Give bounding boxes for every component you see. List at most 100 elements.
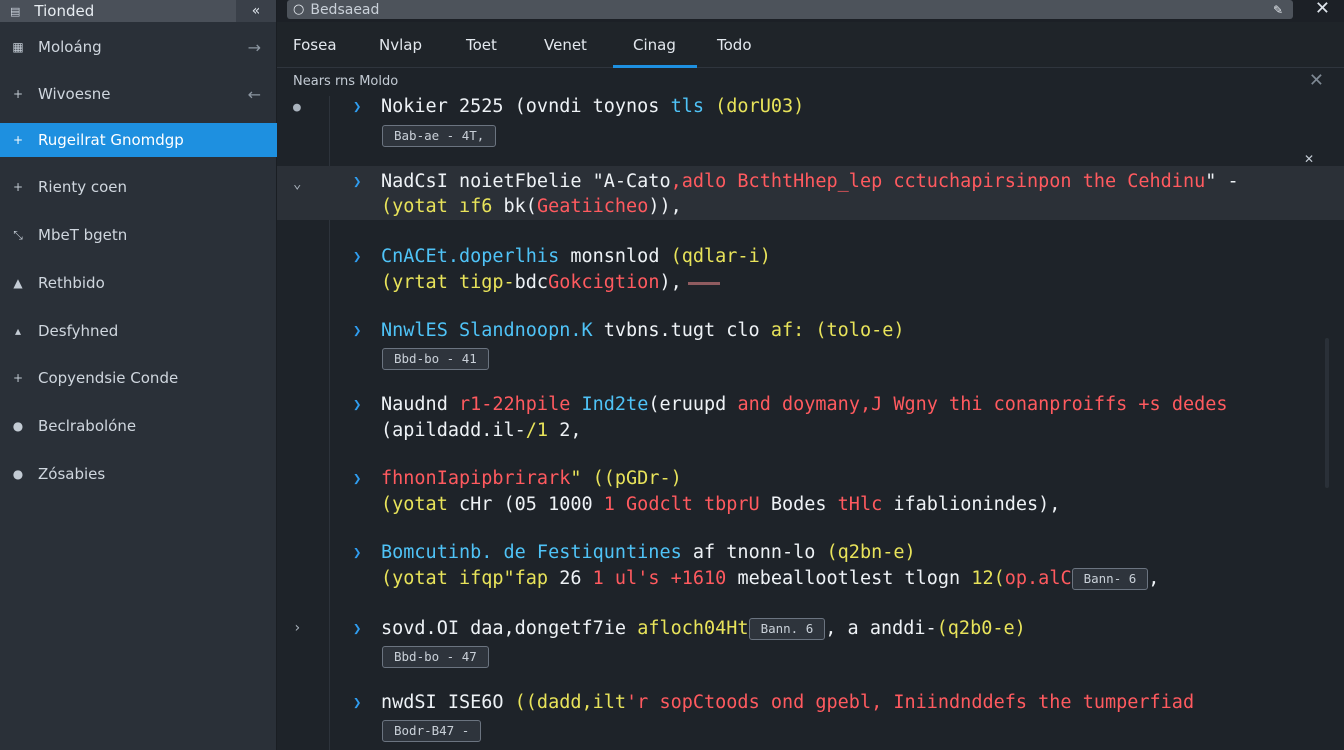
chevron-down-icon[interactable]: ⌄ — [293, 176, 301, 192]
sidebar-item-rethbido[interactable]: ▲ Rethbido — [0, 266, 277, 300]
sidebar-item-desfyhned[interactable]: ▴ Desfyhned — [0, 314, 277, 348]
sidebar-item-label: Rugeilrat Gnomdgp — [38, 131, 184, 149]
log-entry[interactable]: ❯ Naudnd r1-22hpile Ind2te(eruupd and do… — [277, 394, 1344, 448]
entry-line: (apildadd.il-/1 2, — [381, 420, 582, 441]
entry-text: monsnlod — [570, 246, 671, 267]
sidebar-item-label: Beclrabolóne — [38, 417, 137, 435]
section-label: Nears rns Moldo — [293, 74, 399, 89]
chevron-right-icon[interactable]: ❯ — [353, 323, 361, 339]
app-icon: ▤ — [10, 4, 21, 18]
entry-line: NnwlES Slandnoopn.K tvbns.tugt clo af: (… — [381, 320, 905, 341]
entry-badge[interactable]: Bbd-bo - 41 — [382, 348, 489, 370]
entry-badge[interactable]: Bbd-bo - 47 — [382, 646, 489, 668]
sidebar-item-zosabies[interactable]: ● Zósabies — [0, 457, 277, 491]
entry-text: tvbns.tugt clo — [603, 320, 771, 341]
entry-text: " - — [1205, 171, 1239, 192]
tab-toet[interactable]: Toet — [466, 36, 497, 68]
triangle-icon: ▲ — [13, 276, 23, 290]
entry-text: /1 — [525, 420, 560, 441]
log-entry[interactable]: ❯ CnACEt.doperlhis monsnlod (qdlar-i) (y… — [277, 246, 1344, 300]
chevron-right-icon[interactable]: ❯ — [353, 174, 361, 190]
small-close-icon[interactable]: ✕ — [1304, 152, 1314, 166]
console-panel: Nears rns Moldo ✕ ✕ ● ❯ Nokier 2525 (ovn… — [277, 68, 1344, 750]
triangle-icon: ▴ — [14, 324, 22, 338]
entry-line: sovd.OI daa,dongetf7ie afloch04Ht Bann. 6… — [381, 618, 1026, 640]
log-entry[interactable]: ❯ nwdSI ISE6O ((dadd,ilt'r sopCtoods ond… — [277, 692, 1344, 746]
dot-icon: ● — [12, 419, 24, 433]
entry-text: (q2b0-e) — [936, 618, 1026, 639]
entry-text: Bomcutinb. de Festiquntines — [381, 542, 693, 563]
chevron-right-icon[interactable]: ❯ — [353, 545, 361, 561]
entry-line: Nokier 2525 (ovndi toynos tls (dorU03) — [381, 96, 804, 117]
entry-text: 26 — [559, 568, 593, 589]
entry-text: )) — [648, 196, 671, 217]
sidebar-item-label: Rienty coen — [38, 178, 128, 196]
entry-text: ((dadd,ilt — [514, 692, 627, 713]
sidebar-item-label: Wivoesne — [38, 85, 111, 103]
sidebar-item-label: MbeT bgetn — [38, 226, 128, 244]
search-input[interactable]: ○ Bedsaead ✎ — [287, 0, 1293, 19]
sidebar-item-label: Rethbido — [38, 274, 105, 292]
entry-text: , — [1148, 568, 1160, 589]
entry-text: (yotat ıf6 — [381, 196, 504, 217]
entry-text: (dorU03) — [715, 96, 805, 117]
close-icon[interactable]: ✕ — [1315, 0, 1330, 19]
entry-badge[interactable]: Bab-ae - 4T, — [382, 125, 497, 147]
plus-icon: + — [12, 133, 24, 147]
sidebar-item-rugeilrat[interactable]: + Rugeilrat Gnomdgp — [0, 123, 277, 157]
entry-badge[interactable]: Bodr-B47 - — [382, 720, 482, 742]
entry-text: (yotat — [381, 494, 459, 515]
sidebar-item-label: Copyendsie Conde — [38, 369, 179, 387]
double-chevron-left-icon[interactable]: « — [236, 0, 276, 22]
chevron-right-icon[interactable]: ❯ — [353, 621, 361, 637]
plus-icon: + — [12, 180, 24, 194]
entry-line: Naudnd r1-22hpile Ind2te(eruupd and doym… — [381, 394, 1228, 415]
entry-text: af tnonn-lo — [692, 542, 827, 563]
chevron-right-icon[interactable]: ❯ — [353, 695, 361, 711]
chevron-right-icon[interactable]: ❯ — [353, 99, 361, 115]
entry-text: op.alC — [1004, 568, 1072, 589]
sidebar-item-rienty[interactable]: + Rienty coen — [0, 170, 277, 204]
entry-text: " ((pGDr-) — [570, 468, 682, 489]
chevron-right-icon[interactable]: ❯ — [353, 397, 361, 413]
entry-badge-line: Bbd-bo - 47 — [382, 646, 489, 668]
log-entry[interactable]: › ❯ sovd.OI daa,dongetf7ie afloch04Ht Ban… — [277, 618, 1344, 672]
pencil-icon[interactable]: ✎ — [1273, 3, 1283, 17]
entry-text: 12( — [971, 568, 1005, 589]
entry-text: bk( — [503, 196, 537, 217]
entry-text: Geatiicheo — [536, 196, 649, 217]
sidebar-item-beclrabolone[interactable]: ● Beclrabolóne — [0, 409, 277, 443]
sidebar-item-copyendsie[interactable]: + Copyendsie Conde — [0, 361, 277, 395]
log-entry[interactable]: ● ❯ Nokier 2525 (ovndi toynos tls (dorU0… — [277, 96, 1344, 150]
log-entry[interactable]: ❯ Bomcutinb. de Festiquntines af tnonn-l… — [277, 542, 1344, 596]
chevron-right-icon[interactable]: ❯ — [353, 471, 361, 487]
close-icon[interactable]: ✕ — [1309, 70, 1324, 91]
tab-todo[interactable]: Todo — [717, 36, 752, 68]
sidebar-title: ▤ Tionded — [0, 0, 236, 22]
sidebar-item-label: Desfyhned — [38, 322, 119, 340]
entry-badge[interactable]: Bann- 6 — [1071, 568, 1149, 590]
tab-cinag[interactable]: Cinag — [613, 36, 697, 68]
chevron-right-small-icon[interactable]: › — [293, 620, 301, 636]
log-entry[interactable]: ⌄ ❯ NadCsI noietFbelie "A-Cato,adlo Bcth… — [277, 166, 1344, 220]
entry-badge[interactable]: Bann. 6 — [748, 618, 826, 640]
sidebar-item-moloang[interactable]: ▦ Moloáng → — [0, 30, 277, 64]
log-entry[interactable]: ❯ fhnonIapipbrirark" ((pGDr-) (yotat cHr… — [277, 468, 1344, 522]
tab-nvlap[interactable]: Nvlap — [379, 36, 422, 68]
entry-text: 2, — [559, 420, 582, 441]
sidebar-item-wivoesne[interactable]: + Wivoesne ← — [0, 77, 277, 111]
tab-venet[interactable]: Venet — [544, 36, 587, 68]
entry-text: ifablionindes), — [893, 494, 1061, 515]
entry-text: Nokier 2525 — [381, 96, 515, 117]
entry-text: 1 Godclt tbprU — [603, 494, 771, 515]
log-entry[interactable]: ❯ NnwlES Slandnoopn.K tvbns.tugt clo af:… — [277, 320, 1344, 374]
entry-text: Gokcigtion — [548, 272, 660, 293]
entry-text: cHr (05 1000 — [458, 494, 604, 515]
entry-text: CnACEt.doperlhis — [381, 246, 571, 267]
entry-text: 'r sopCtoods ond gpebl, Iniindnddefs the… — [626, 692, 1195, 713]
sidebar-item-mbet[interactable]: ⤡ MbeT bgetn — [0, 218, 277, 252]
tab-fosea[interactable]: Fosea — [293, 36, 337, 68]
arrow-right-icon: → — [247, 37, 261, 57]
chevron-right-icon[interactable]: ❯ — [353, 249, 361, 265]
entry-line: CnACEt.doperlhis monsnlod (qdlar-i) — [381, 246, 771, 267]
